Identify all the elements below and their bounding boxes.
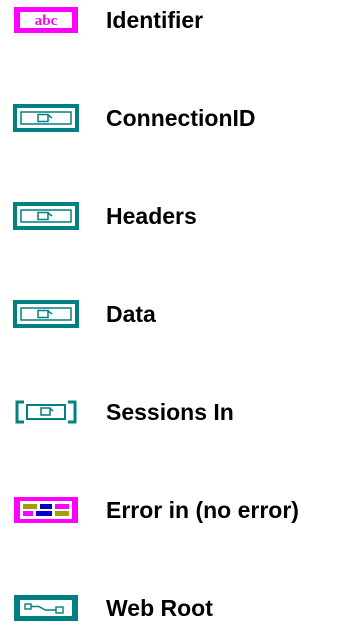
terminal-label: Sessions In [106, 399, 234, 425]
terminal-label: Identifier [106, 7, 204, 33]
refnum-array-icon [13, 398, 79, 426]
terminal-data: Data [0, 294, 354, 334]
terminal-label: Headers [106, 203, 197, 229]
refnum-icon [13, 202, 79, 230]
terminal-list: { "terminals": [ {"label": "Identifier",… [0, 0, 354, 624]
error-cluster-icon [14, 497, 78, 523]
terminal-label: Data [106, 301, 156, 327]
terminal-sessions-in: Sessions In [0, 392, 354, 432]
terminal-label: Error in (no error) [106, 497, 299, 523]
terminal-identifier: abc Identifier [0, 0, 354, 40]
terminal-label: Web Root [106, 595, 213, 621]
terminal-label: ConnectionID [106, 105, 256, 131]
terminal-web-root: Web Root [0, 588, 354, 628]
path-icon [14, 595, 78, 621]
refnum-icon [13, 300, 79, 328]
string-icon: abc [14, 7, 78, 33]
terminal-connectionid: ConnectionID [0, 98, 354, 138]
string-icon-text: abc [35, 13, 58, 29]
refnum-icon [13, 104, 79, 132]
terminal-headers: Headers [0, 196, 354, 236]
terminal-error-in: Error in (no error) [0, 490, 354, 530]
